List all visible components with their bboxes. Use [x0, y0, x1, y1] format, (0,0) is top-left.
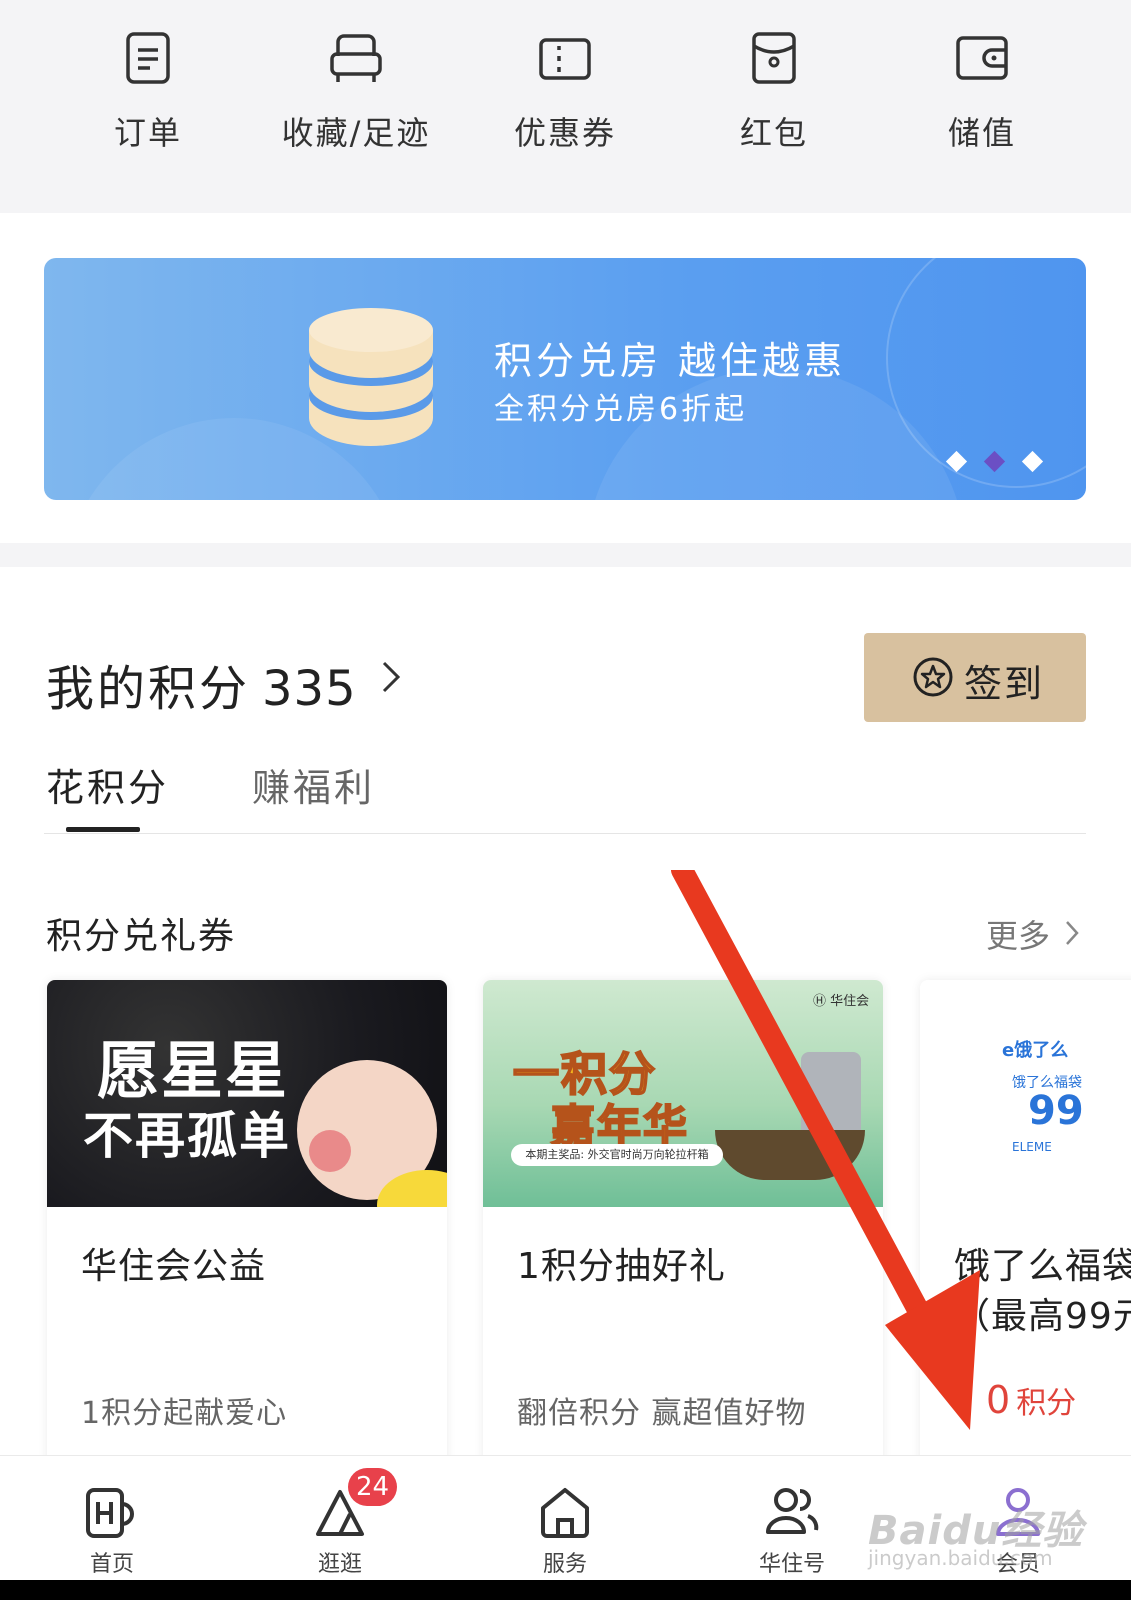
tab-spend-points[interactable]: 花积分 — [46, 757, 169, 812]
sign-in-label: 签到 — [964, 662, 1045, 706]
promo-banner[interactable]: 积分兑房 越住越惠 全积分兑房6折起 — [44, 258, 1086, 500]
section-gap — [0, 543, 1131, 567]
card-image: 愿星星 不再孤单 — [47, 980, 447, 1207]
pagination-dot[interactable] — [1021, 450, 1044, 473]
community-icon — [766, 1488, 819, 1534]
sign-in-button[interactable]: 签到 — [864, 633, 1086, 722]
tab-earn-benefits[interactable]: 赚福利 — [252, 757, 375, 812]
quick-action-label: 收藏/足迹 — [281, 114, 431, 152]
card-subtitle: 1积分起献爱心 — [81, 1396, 288, 1431]
baidu-watermark-url: jingyan.baidu.com — [868, 1546, 1053, 1570]
quick-action-orders[interactable]: 订单 — [48, 30, 248, 154]
system-nav-strip — [0, 1580, 1131, 1600]
tabbar-item-service[interactable]: 服务 — [505, 1482, 625, 1578]
tabbar-item-home[interactable]: 首页 — [52, 1482, 172, 1578]
banner-pagination — [945, 450, 1063, 473]
red-packet-icon — [752, 32, 796, 84]
annotation-arrow-icon — [671, 870, 980, 1430]
quick-action-favorites[interactable]: 收藏/足迹 — [256, 30, 456, 154]
quick-action-label: 储值 — [947, 114, 1016, 152]
points-label: 我的积分 — [46, 661, 251, 717]
banner-title: 积分兑房 越住越惠 — [494, 339, 847, 383]
star-circle-icon — [913, 657, 953, 697]
card-image-title: 不再孤单 — [83, 1107, 291, 1165]
quick-action-coupons[interactable]: 优惠券 — [465, 30, 665, 154]
quick-action-label: 优惠券 — [513, 114, 616, 152]
tabbar-label: 华住号 — [758, 1552, 825, 1577]
tab-divider — [44, 833, 1086, 834]
section-title: 积分兑礼券 — [46, 916, 237, 957]
banner-subtitle: 全积分兑房6折起 — [494, 392, 748, 427]
points-value: 335 — [262, 661, 357, 717]
card-name: 华住会公益 — [81, 1246, 267, 1287]
tabbar-item-explore[interactable]: 逛逛 24 — [280, 1468, 400, 1578]
favorites-icon — [330, 34, 382, 82]
quick-action-stored-value[interactable]: 储值 — [882, 30, 1082, 154]
wallet-icon — [956, 36, 1008, 80]
pagination-dot[interactable] — [945, 450, 968, 473]
tabbar-label: 服务 — [542, 1552, 587, 1577]
notification-badge: 24 — [348, 1468, 398, 1506]
my-points[interactable]: 我的积分 335 — [46, 649, 357, 719]
service-house-icon — [541, 1488, 589, 1538]
quick-action-label: 红包 — [739, 114, 808, 152]
chevron-right-icon[interactable] — [380, 659, 402, 695]
home-h-icon — [86, 1488, 134, 1538]
price-unit: 积分 — [1016, 1386, 1077, 1421]
active-tab-indicator — [66, 827, 140, 832]
card-image-amount: 99 — [1028, 1088, 1084, 1134]
order-icon — [126, 32, 170, 84]
tabbar-label: 逛逛 — [317, 1552, 362, 1577]
reward-card[interactable]: 愿星星 不再孤单 华住会公益 1积分起献爱心 — [47, 980, 447, 1470]
banner-panel: 积分兑房 越住越惠 全积分兑房6折起 — [0, 213, 1131, 543]
tabbar-label: 首页 — [89, 1552, 134, 1577]
chevron-right-icon[interactable] — [1064, 919, 1080, 947]
quick-actions-bar: 订单 收藏/足迹 优惠券 红包 储值 — [0, 0, 1131, 213]
coin-stack-icon — [309, 308, 433, 446]
quick-action-red-packet[interactable]: 红包 — [674, 30, 874, 154]
coupon-icon — [539, 38, 591, 80]
tabbar-item-huazhu-account[interactable]: 华住号 — [732, 1482, 852, 1578]
quick-action-label: 订单 — [113, 114, 182, 152]
pagination-dot-active[interactable] — [983, 450, 1006, 473]
illustration-cheek — [309, 1130, 351, 1172]
